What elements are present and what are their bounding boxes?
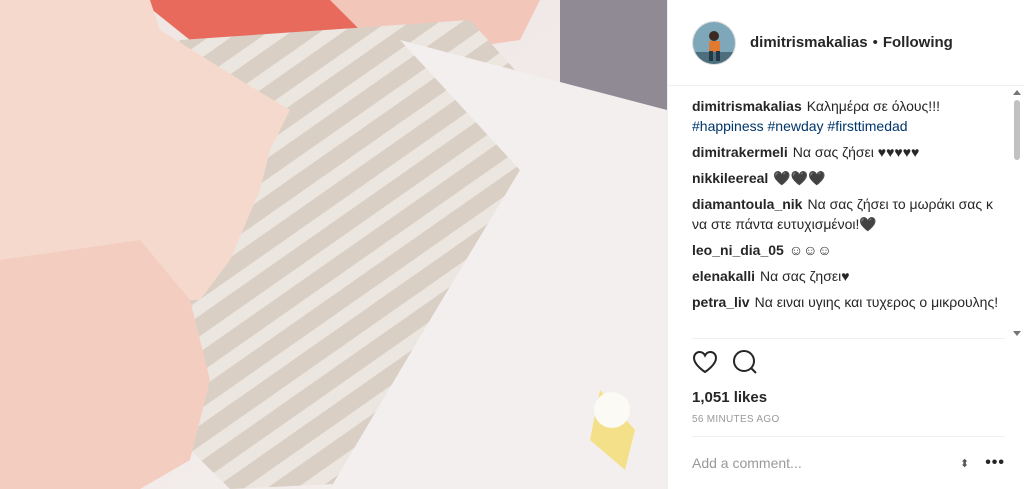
scroll-up-arrow-icon[interactable] xyxy=(1013,90,1021,95)
comment-username[interactable]: elenakalli xyxy=(692,268,755,284)
comment-text: ☺☺☺ xyxy=(788,242,832,258)
post-actions: 1,051 likes 56 MINUTES AGO xyxy=(692,338,1005,425)
caption: dimitrismakalias Καλημέρα σε όλους!!! #ha… xyxy=(692,96,1005,136)
list-item: petra_liv Να ειναι υγιης και τυχερος ο μι… xyxy=(692,292,1005,312)
comment-input[interactable]: Add a comment... xyxy=(692,455,960,471)
heart-icon xyxy=(692,350,718,373)
scroll-down-arrow-icon[interactable] xyxy=(1013,331,1021,336)
comment-text: Να σας ζησει♥ xyxy=(760,268,850,284)
post-photo[interactable] xyxy=(0,0,667,489)
post-sidebar: dimitrismakalias • Following dimitrismak… xyxy=(667,0,1024,489)
comment-username[interactable]: nikkileereal xyxy=(692,170,768,186)
comment-username[interactable]: diamantoula_nik xyxy=(692,196,802,212)
caption-username[interactable]: dimitrismakalias xyxy=(692,98,802,114)
comments-scrollbar[interactable] xyxy=(1012,90,1022,336)
action-icons xyxy=(692,349,1005,379)
post-timestamp[interactable]: 56 MINUTES AGO xyxy=(692,414,1005,425)
avatar[interactable] xyxy=(692,20,736,65)
header-separator: • xyxy=(872,34,878,51)
comment-text: Να ειναι υγιης και τυχερος ο μικρουλης! xyxy=(754,294,999,310)
more-options-button[interactable]: ••• xyxy=(985,454,1005,472)
comment-username[interactable]: leo_ni_dia_05 xyxy=(692,242,784,258)
like-button[interactable] xyxy=(692,350,718,379)
list-item: dimitrakermeli Να σας ζήσει ♥♥♥♥♥ xyxy=(692,142,1005,162)
add-comment-bar: Add a comment... ⬍ ••• xyxy=(692,436,1005,489)
comment-button[interactable] xyxy=(732,349,758,380)
list-item: leo_ni_dia_05 ☺☺☺ xyxy=(692,240,1005,260)
comment-username[interactable]: dimitrakermeli xyxy=(692,144,788,160)
scrollbar-thumb[interactable] xyxy=(1014,100,1020,160)
likes-count[interactable]: 1,051 likes xyxy=(692,389,1005,406)
caption-text: Καλημέρα σε όλους!!! xyxy=(806,98,940,114)
header-text: dimitrismakalias • Following xyxy=(750,34,953,51)
header-username[interactable]: dimitrismakalias xyxy=(750,34,868,51)
comment-text: Να σας ζήσει ♥♥♥♥♥ xyxy=(792,144,920,160)
list-item: diamantoula_nik Να σας ζήσει το μωράκι σα… xyxy=(692,194,1005,234)
resize-handle-icon[interactable]: ⬍ xyxy=(960,457,969,470)
following-button[interactable]: Following xyxy=(883,34,953,51)
baby-photo-image xyxy=(0,0,667,489)
list-item: nikkileereal 🖤🖤🖤 xyxy=(692,168,1005,188)
caption-hashtags[interactable]: #happiness #newday #firsttimedad xyxy=(692,118,908,134)
comment-username[interactable]: petra_liv xyxy=(692,294,750,310)
post-header: dimitrismakalias • Following xyxy=(668,0,1024,86)
comment-bubble-icon xyxy=(733,349,757,374)
post-window: dimitrismakalias • Following dimitrismak… xyxy=(0,0,1024,489)
list-item: elenakalli Να σας ζησει♥ xyxy=(692,266,1005,286)
avatar-image xyxy=(693,21,735,64)
comment-text: 🖤🖤🖤 xyxy=(773,170,826,186)
comments-list[interactable]: dimitrismakalias Καλημέρα σε όλους!!! #ha… xyxy=(692,96,1005,338)
